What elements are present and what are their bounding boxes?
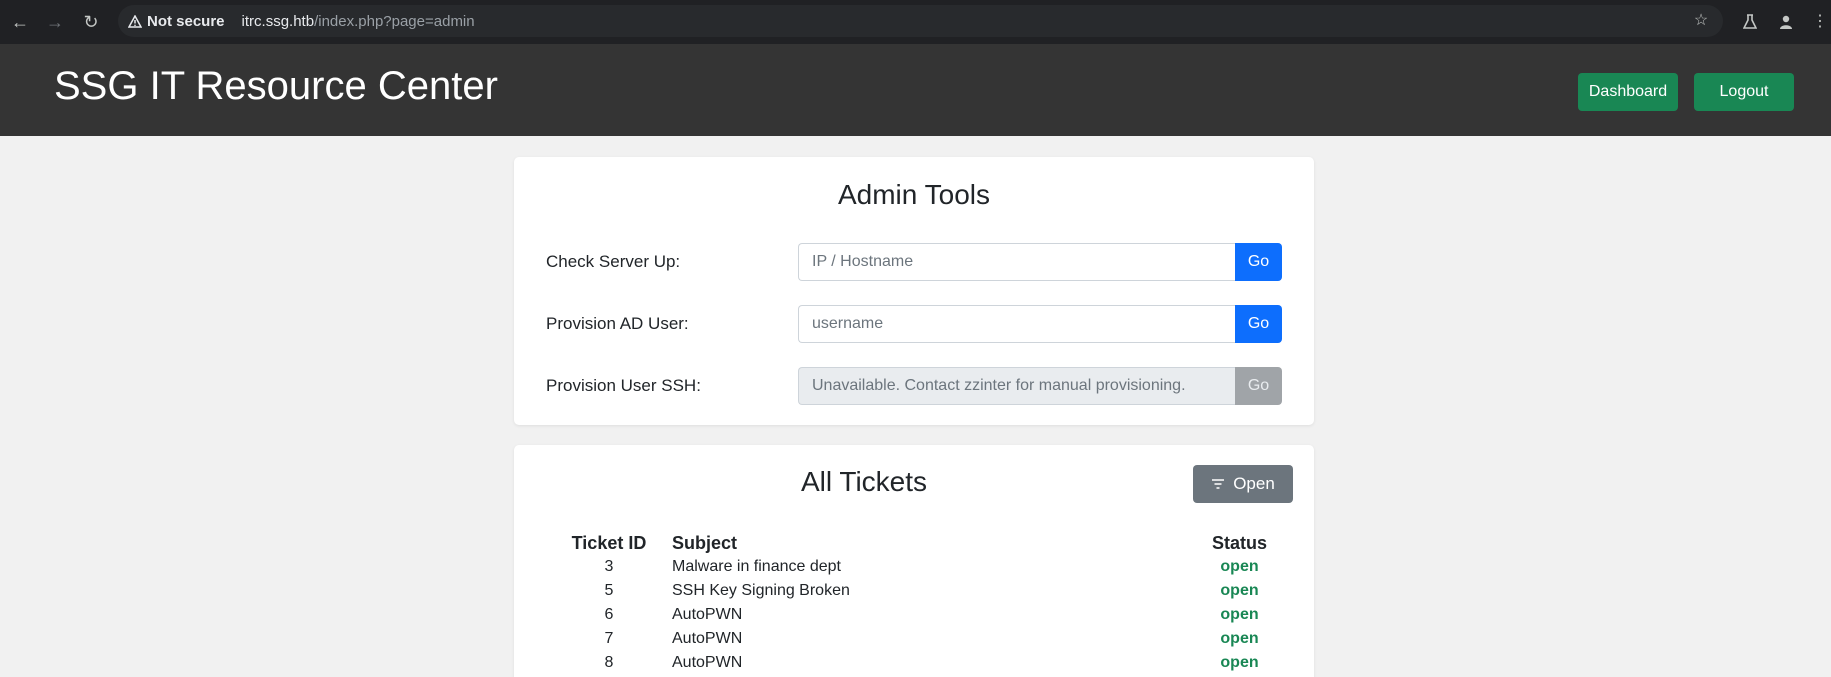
ticket-subject[interactable]: Malware in finance dept bbox=[672, 555, 1197, 579]
ticket-subject[interactable]: AutoPWN bbox=[672, 603, 1197, 627]
ticket-status: open bbox=[1220, 582, 1259, 599]
url-text[interactable]: itrc.ssg.htb/index.php?page=admin bbox=[242, 13, 475, 30]
ticket-status: open bbox=[1220, 630, 1259, 647]
tickets-table: Ticket ID Subject Status 3 Malware in fi… bbox=[546, 531, 1282, 675]
menu-icon[interactable]: ⋮ bbox=[1812, 10, 1828, 34]
forward-icon[interactable]: → bbox=[43, 10, 67, 34]
security-label: Not secure bbox=[147, 12, 225, 30]
col-subject: Subject bbox=[672, 532, 738, 553]
url-path: /index.php?page=admin bbox=[314, 12, 475, 30]
col-ticket-id: Ticket ID bbox=[571, 532, 647, 553]
provision-ssh-row: Provision User SSH: Go bbox=[546, 367, 1282, 405]
dashboard-button[interactable]: Dashboard bbox=[1578, 73, 1678, 111]
table-header-row: Ticket ID Subject Status bbox=[546, 531, 1282, 555]
filter-label: Open bbox=[1233, 474, 1275, 493]
provision-ssh-go-button: Go bbox=[1235, 367, 1282, 405]
filter-icon bbox=[1212, 479, 1225, 489]
warning-icon bbox=[128, 14, 142, 28]
ticket-subject[interactable]: SSH Key Signing Broken bbox=[672, 579, 1197, 603]
provision-ssh-group: Go bbox=[798, 367, 1282, 405]
provision-ad-row: Provision AD User: Go bbox=[546, 305, 1282, 343]
profile-icon[interactable] bbox=[1774, 10, 1798, 34]
ticket-status: open bbox=[1220, 558, 1259, 575]
ticket-status: open bbox=[1220, 654, 1259, 671]
table-row[interactable]: 7 AutoPWN open bbox=[546, 627, 1282, 651]
table-row[interactable]: 8 AutoPWN open bbox=[546, 651, 1282, 675]
url-host: itrc.ssg.htb bbox=[241, 12, 315, 30]
ticket-status: open bbox=[1220, 606, 1259, 623]
col-status: Status bbox=[1211, 532, 1267, 553]
ticket-id: 3 bbox=[604, 558, 614, 575]
provision-ad-go-button[interactable]: Go bbox=[1235, 305, 1282, 343]
ssh-input bbox=[798, 367, 1235, 405]
app-header: SSG IT Resource Center Dashboard Logout bbox=[0, 44, 1831, 136]
site-title: SSG IT Resource Center bbox=[54, 64, 498, 108]
username-input[interactable] bbox=[798, 305, 1235, 343]
ticket-subject[interactable]: AutoPWN bbox=[672, 651, 1197, 675]
table-row[interactable]: 5 SSH Key Signing Broken open bbox=[546, 579, 1282, 603]
admin-tools-card: Admin Tools Check Server Up: Go Provisio… bbox=[514, 157, 1314, 425]
provision-ad-group: Go bbox=[798, 305, 1282, 343]
table-row[interactable]: 3 Malware in finance dept open bbox=[546, 555, 1282, 579]
logout-button[interactable]: Logout bbox=[1694, 73, 1794, 111]
tickets-card: All Tickets Open Ticket ID Subject Statu… bbox=[514, 445, 1314, 677]
check-server-group: Go bbox=[798, 243, 1282, 281]
labs-icon[interactable] bbox=[1738, 10, 1762, 34]
browser-toolbar: ← → ↻ Not secure itrc.ssg.htb/index.php?… bbox=[0, 0, 1831, 44]
check-server-label: Check Server Up: bbox=[546, 252, 681, 271]
table-row[interactable]: 6 AutoPWN open bbox=[546, 603, 1282, 627]
back-icon[interactable]: ← bbox=[8, 10, 32, 34]
ticket-id: 7 bbox=[604, 630, 614, 647]
star-icon[interactable]: ☆ bbox=[1689, 9, 1713, 33]
reload-icon[interactable]: ↻ bbox=[79, 10, 103, 34]
hostname-input[interactable] bbox=[798, 243, 1235, 281]
security-indicator[interactable]: Not secure bbox=[118, 13, 225, 30]
provision-ad-label: Provision AD User: bbox=[546, 314, 689, 333]
ticket-subject[interactable]: AutoPWN bbox=[672, 627, 1197, 651]
ticket-id: 6 bbox=[604, 606, 614, 623]
tickets-title: All Tickets bbox=[800, 466, 928, 497]
check-server-row: Check Server Up: Go bbox=[546, 243, 1282, 281]
admin-tools-title: Admin Tools bbox=[837, 179, 990, 210]
address-bar[interactable]: Not secure itrc.ssg.htb/index.php?page=a… bbox=[118, 5, 1723, 37]
check-server-go-button[interactable]: Go bbox=[1235, 243, 1282, 281]
provision-ssh-label: Provision User SSH: bbox=[546, 376, 701, 395]
ticket-id: 8 bbox=[604, 654, 614, 671]
ticket-id: 5 bbox=[604, 582, 614, 599]
filter-button[interactable]: Open bbox=[1193, 465, 1293, 503]
